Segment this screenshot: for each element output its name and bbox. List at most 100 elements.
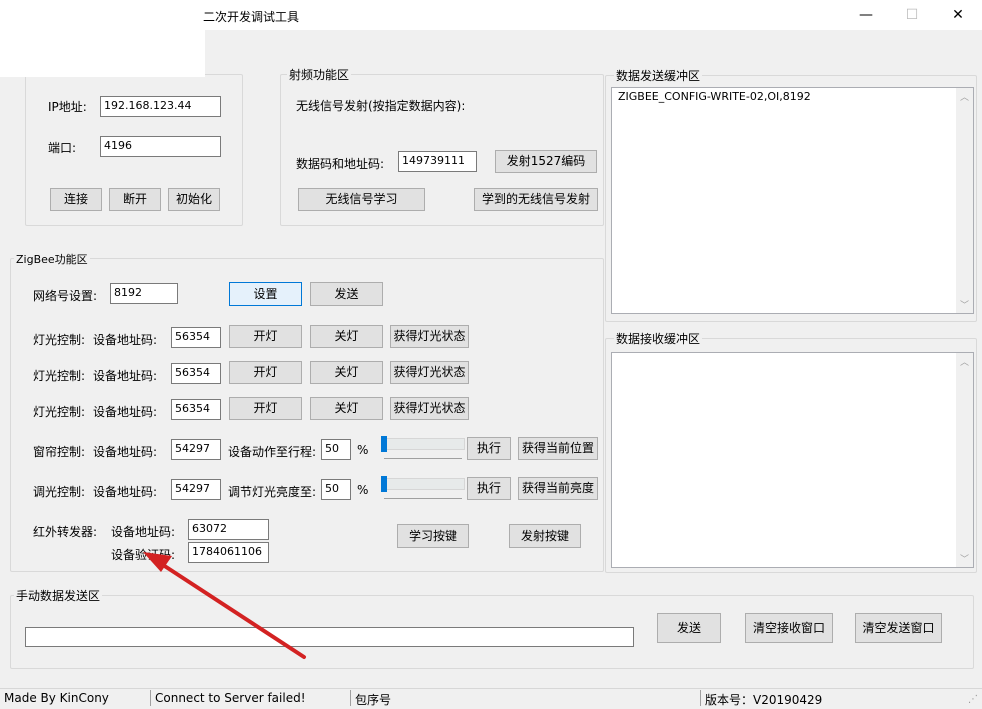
recv-buffer-scrollbar[interactable]: ︿ ﹀ <box>956 353 973 567</box>
light-addr-label: 设备地址码: <box>93 333 158 347</box>
status-made-by: Made By KinCony <box>4 691 109 705</box>
code-input[interactable]: 149739111 <box>398 151 477 172</box>
rf-group-label: 射频功能区 <box>287 66 352 83</box>
minimize-button[interactable]: — <box>843 0 889 30</box>
status-separator <box>700 690 701 706</box>
curtain-label: 窗帘控制: <box>33 445 86 459</box>
ir-addr-label: 设备地址码: <box>111 525 176 539</box>
scroll-up-icon[interactable]: ︿ <box>956 90 973 103</box>
send-buffer-content: ZIGBEE_CONFIG-WRITE-02,OI,8192 <box>618 90 811 103</box>
light-label: 灯光控制: <box>33 405 86 419</box>
scroll-up-icon[interactable]: ︿ <box>956 355 973 368</box>
dimmer-get-button[interactable]: 获得当前亮度 <box>518 477 598 500</box>
ip-label: IP地址: <box>48 100 87 114</box>
status-connection: Connect to Server failed! <box>155 691 306 705</box>
send-buffer-scrollbar[interactable]: ︿ ﹀ <box>956 88 973 313</box>
send-buffer-textarea[interactable]: ZIGBEE_CONFIG-WRITE-02,OI,8192 <box>611 87 974 314</box>
maximize-button[interactable]: ☐ <box>889 0 935 30</box>
wireless-learn-button[interactable]: 无线信号学习 <box>298 188 425 211</box>
scroll-down-icon[interactable]: ﹀ <box>956 298 973 311</box>
port-input[interactable]: 4196 <box>100 136 221 157</box>
net-send-button[interactable]: 发送 <box>310 282 383 306</box>
occluding-overlay <box>0 30 205 77</box>
dimmer-slider-ticks <box>384 498 462 499</box>
send-buffer-label: 数据发送缓冲区 <box>614 67 703 84</box>
ir-send-button[interactable]: 发射按键 <box>509 524 581 548</box>
light-on-button[interactable]: 开灯 <box>229 361 302 384</box>
dimmer-addr-input[interactable]: 54297 <box>171 479 221 500</box>
close-icon: ✕ <box>952 7 964 23</box>
light-state-button[interactable]: 获得灯光状态 <box>390 397 469 420</box>
dimmer-action-label: 调节灯光亮度至: <box>228 485 317 499</box>
manual-input[interactable] <box>25 627 634 647</box>
window-title: 二次开发调试工具 <box>203 10 300 24</box>
light-off-button[interactable]: 关灯 <box>310 325 383 348</box>
curtain-get-button[interactable]: 获得当前位置 <box>518 437 598 460</box>
status-separator <box>350 690 351 706</box>
scroll-down-icon[interactable]: ﹀ <box>956 552 973 565</box>
light-addr-input[interactable]: 56354 <box>171 399 221 420</box>
recv-buffer-textarea[interactable] <box>611 352 974 568</box>
light-label: 灯光控制: <box>33 369 86 383</box>
ir-label: 红外转发器: <box>33 525 98 539</box>
light-addr-input[interactable]: 56354 <box>171 327 221 348</box>
ir-verify-input[interactable]: 1784061106 <box>188 542 269 563</box>
light-state-button[interactable]: 获得灯光状态 <box>390 325 469 348</box>
light-off-button[interactable]: 关灯 <box>310 361 383 384</box>
ir-addr-input[interactable]: 63072 <box>188 519 269 540</box>
clear-send-button[interactable]: 清空发送窗口 <box>855 613 942 643</box>
recv-buffer-label: 数据接收缓冲区 <box>614 330 703 347</box>
curtain-slider-thumb[interactable] <box>381 436 387 452</box>
curtain-value-input[interactable]: 50 <box>321 439 351 460</box>
dimmer-exec-button[interactable]: 执行 <box>467 477 511 500</box>
light-state-button[interactable]: 获得灯光状态 <box>390 361 469 384</box>
dimmer-value-input[interactable]: 50 <box>321 479 351 500</box>
dimmer-slider[interactable] <box>381 478 465 490</box>
net-label: 网络号设置: <box>33 289 98 303</box>
dimmer-label: 调光控制: <box>33 485 86 499</box>
status-version: 版本号：V20190429 <box>705 693 823 707</box>
light-addr-label: 设备地址码: <box>93 369 158 383</box>
curtain-slider-ticks <box>384 458 462 459</box>
status-bar <box>0 688 982 709</box>
curtain-slider[interactable] <box>381 438 465 450</box>
zigbee-group-label: ZigBee功能区 <box>14 251 90 267</box>
wireless-send-label: 无线信号发射(按指定数据内容): <box>296 99 466 113</box>
light-label: 灯光控制: <box>33 333 86 347</box>
resize-grip-icon[interactable]: ⋰ <box>968 694 978 705</box>
status-seq: 包序号 <box>355 693 392 707</box>
minimize-icon: — <box>859 7 873 23</box>
maximize-icon: ☐ <box>905 7 919 23</box>
code-label: 数据码和地址码: <box>296 157 385 171</box>
dimmer-addr-label: 设备地址码: <box>93 485 158 499</box>
light-addr-input[interactable]: 56354 <box>171 363 221 384</box>
ir-learn-button[interactable]: 学习按键 <box>397 524 469 548</box>
dimmer-slider-thumb[interactable] <box>381 476 387 492</box>
curtain-addr-label: 设备地址码: <box>93 445 158 459</box>
connect-button[interactable]: 连接 <box>50 188 102 211</box>
manual-group-label: 手动数据发送区 <box>14 587 103 604</box>
disconnect-button[interactable]: 断开 <box>109 188 161 211</box>
port-label: 端口: <box>48 141 77 155</box>
light-addr-label: 设备地址码: <box>93 405 158 419</box>
status-separator <box>150 690 151 706</box>
title-bar <box>0 0 982 30</box>
curtain-addr-input[interactable]: 54297 <box>171 439 221 460</box>
ip-input[interactable]: 192.168.123.44 <box>100 96 221 117</box>
close-button[interactable]: ✕ <box>935 0 981 30</box>
manual-send-button[interactable]: 发送 <box>657 613 721 643</box>
curtain-action-label: 设备动作至行程: <box>228 445 317 459</box>
send-learned-button[interactable]: 学到的无线信号发射 <box>474 188 598 211</box>
light-on-button[interactable]: 开灯 <box>229 325 302 348</box>
curtain-unit: % <box>357 443 369 457</box>
light-off-button[interactable]: 关灯 <box>310 397 383 420</box>
light-on-button[interactable]: 开灯 <box>229 397 302 420</box>
init-button[interactable]: 初始化 <box>168 188 220 211</box>
net-set-button[interactable]: 设置 <box>229 282 302 306</box>
clear-recv-button[interactable]: 清空接收窗口 <box>745 613 833 643</box>
ir-verify-label: 设备验证码: <box>111 548 176 562</box>
dimmer-unit: % <box>357 483 369 497</box>
send-1527-button[interactable]: 发射1527编码 <box>495 150 597 173</box>
net-input[interactable]: 8192 <box>110 283 178 304</box>
curtain-exec-button[interactable]: 执行 <box>467 437 511 460</box>
